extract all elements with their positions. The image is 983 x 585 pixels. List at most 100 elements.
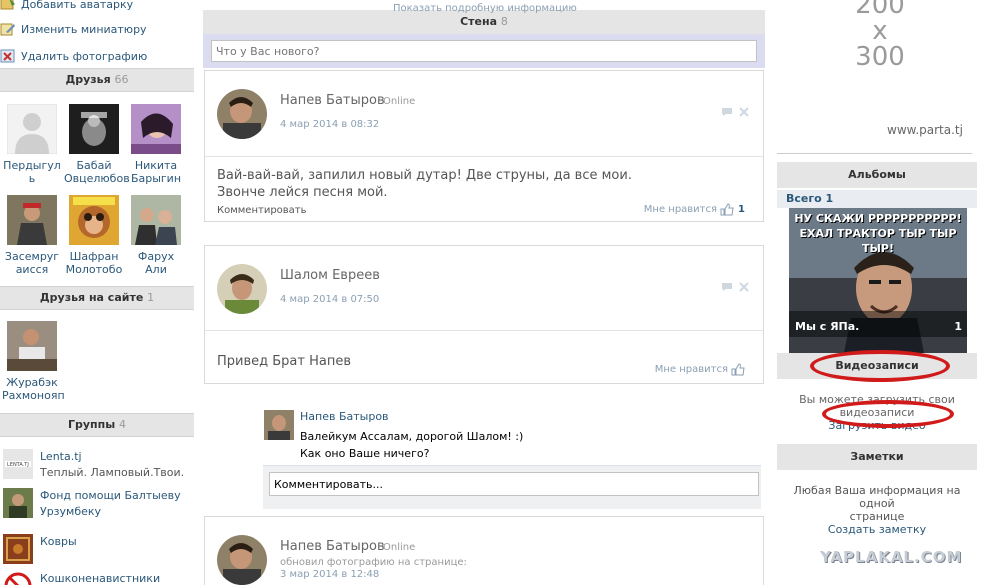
delete-photo-link[interactable]: Удалить фотографию xyxy=(0,46,147,66)
group-item[interactable]: Фонд помощи Балтыеву Урзумбеку xyxy=(3,488,190,520)
group-name[interactable]: Фонд помощи Балтыеву Урзумбеку xyxy=(40,488,190,520)
ad-banner[interactable]: 200 x 300 www.parta.tj xyxy=(777,0,977,155)
highlight-ring xyxy=(810,350,950,382)
album-cover[interactable]: НУ СКАЖИ РРРРРРРРРРР! ЕХАЛ ТРАКТОР ТЫР Т… xyxy=(789,208,967,353)
like-button[interactable]: Мне нравится xyxy=(655,363,745,376)
friend-card[interactable]: Засемруг аисся xyxy=(2,195,62,276)
album-name[interactable]: Мы с ЯПа. xyxy=(795,320,859,333)
wall-post: Напев Батыров Online обновил фотографию … xyxy=(204,516,764,585)
albums-header[interactable]: Альбомы xyxy=(777,162,977,188)
reply-author[interactable]: Напев Батыров xyxy=(300,410,389,423)
new-post-box xyxy=(203,34,765,68)
group-logo[interactable]: LENTA.TJ xyxy=(3,449,33,479)
ad-site-link[interactable]: www.parta.tj xyxy=(887,123,963,137)
comment-input[interactable] xyxy=(269,472,759,496)
friends-title: Друзья xyxy=(65,73,111,86)
friend-photo[interactable] xyxy=(131,195,181,245)
like-count: 1 xyxy=(738,204,745,215)
album-caption: НУ СКАЖИ РРРРРРРРРРР! ЕХАЛ ТРАКТОР ТЫР Т… xyxy=(789,211,967,256)
group-name[interactable]: Кошконенавистники xyxy=(40,571,160,585)
friend-name[interactable]: Засемруг аисся xyxy=(2,250,62,276)
friend-photo[interactable] xyxy=(7,321,57,371)
post-subtitle: обновил фотографию на странице: xyxy=(280,557,467,568)
right-sidebar: 200 x 300 www.parta.tj Альбомы Всего 1 Н… xyxy=(777,0,983,585)
friend-name[interactable]: Пердыгул ь xyxy=(2,159,62,185)
notes-info-line: странице xyxy=(849,510,905,523)
group-item[interactable]: LENTA.TJ Lenta.tj Теплый. Ламповый.Твои. xyxy=(3,449,184,481)
friend-name[interactable]: Шафран Молотобо xyxy=(64,250,124,276)
post-author[interactable]: Напев Батыров xyxy=(280,539,385,554)
reply-text: Валейкум Ассалам, дорогой Шалом! :) Как … xyxy=(300,428,523,462)
online-friend-card[interactable]: Журабэк Рахмонояп xyxy=(2,321,65,402)
comment-reply: Напев Батыров Валейкум Ассалам, дорогой … xyxy=(263,410,765,510)
friend-photo[interactable] xyxy=(131,104,181,154)
groups-header[interactable]: Группы 4 xyxy=(0,413,194,437)
show-details-link[interactable]: Показать подробную информацию xyxy=(393,3,577,14)
like-label: Мне нравится xyxy=(654,364,728,375)
friend-card[interactable]: Никита Барыгин xyxy=(126,104,186,185)
online-status: Online xyxy=(383,542,416,553)
post-text: Привед Брат Напев xyxy=(217,354,351,369)
friend-card[interactable]: Шафран Молотобо xyxy=(64,195,124,276)
add-avatar-icon xyxy=(0,0,15,10)
friend-card[interactable]: Пердыгул ь xyxy=(2,103,62,185)
friend-card[interactable]: Фарух Али xyxy=(126,195,186,276)
svg-text:LENTA.TJ: LENTA.TJ xyxy=(7,462,29,468)
online-friends-header[interactable]: Друзья на сайте 1 xyxy=(0,286,194,310)
close-icon[interactable] xyxy=(739,107,749,117)
highlight-ring xyxy=(822,400,954,428)
group-item[interactable]: Ковры xyxy=(3,534,77,564)
groups-title: Группы xyxy=(67,418,116,431)
friend-name[interactable]: Никита Барыгин xyxy=(126,159,186,185)
ad-line: 300 xyxy=(855,42,905,72)
author-avatar[interactable] xyxy=(217,535,267,585)
close-icon[interactable] xyxy=(739,282,749,292)
edit-thumbnail-icon xyxy=(0,23,15,36)
notes-header[interactable]: Заметки xyxy=(777,444,977,470)
post-date[interactable]: 4 мар 2014 в 08:32 xyxy=(280,119,379,130)
post-actions xyxy=(721,282,749,292)
author-avatar[interactable] xyxy=(217,264,267,314)
group-logo[interactable] xyxy=(3,488,33,518)
friend-card[interactable]: Бабай Овцелюбов xyxy=(64,104,130,185)
post-date[interactable]: 3 мар 2014 в 12:48 xyxy=(280,569,379,580)
post-author[interactable]: Напев Батыров xyxy=(280,93,385,108)
post-actions xyxy=(721,107,749,117)
friend-name[interactable]: Журабэк Рахмонояп xyxy=(2,376,65,402)
friend-name[interactable]: Фарух Али xyxy=(126,250,186,276)
ad-size-text: 200 x 300 xyxy=(855,0,905,70)
online-friends-title: Друзья на сайте xyxy=(39,291,144,304)
edit-thumbnail-link[interactable]: Изменить миниатюру xyxy=(0,19,147,39)
reply-avatar[interactable] xyxy=(264,410,294,440)
add-avatar-link[interactable]: Добавить аватарку xyxy=(0,0,133,14)
group-description: Теплый. Ламповый.Твои. xyxy=(40,466,185,479)
online-status: Online xyxy=(383,96,416,107)
albums-total[interactable]: Всего 1 xyxy=(777,190,977,208)
group-name[interactable]: Lenta.tj xyxy=(40,449,184,465)
group-item[interactable]: Кошконенавистники xyxy=(3,571,160,585)
group-logo[interactable] xyxy=(3,534,33,564)
post-text: Вай-вай-вай, запилил новый дутар! Две ст… xyxy=(217,167,632,201)
friend-photo[interactable] xyxy=(69,104,119,154)
friend-name[interactable]: Бабай Овцелюбов xyxy=(64,159,130,185)
post-date[interactable]: 4 мар 2014 в 07:50 xyxy=(280,294,379,305)
new-post-input[interactable] xyxy=(211,40,757,62)
post-author[interactable]: Шалом Евреев xyxy=(280,268,380,283)
friend-photo[interactable] xyxy=(7,195,57,245)
friends-header[interactable]: Друзья 66 xyxy=(0,68,194,92)
friends-count: 66 xyxy=(114,73,129,86)
reply-icon[interactable] xyxy=(721,282,733,292)
friend-photo[interactable] xyxy=(6,103,58,155)
create-note-link[interactable]: Создать заметку xyxy=(777,523,977,536)
ad-line: x xyxy=(872,16,888,46)
author-avatar[interactable] xyxy=(217,89,267,139)
album-photo-count: 1 xyxy=(954,320,962,333)
reply-icon[interactable] xyxy=(721,107,733,117)
album-caption-line: ЕХАЛ ТРАКТОР ТЫР ТЫР ТЫР! xyxy=(799,227,957,255)
like-button[interactable]: Мне нравится 1 xyxy=(644,203,745,216)
group-name[interactable]: Ковры xyxy=(40,534,77,550)
friend-photo[interactable] xyxy=(69,195,119,245)
group-logo[interactable] xyxy=(3,571,33,585)
comment-link[interactable]: Комментировать xyxy=(217,205,307,216)
like-label: Мне нравится xyxy=(643,204,718,215)
